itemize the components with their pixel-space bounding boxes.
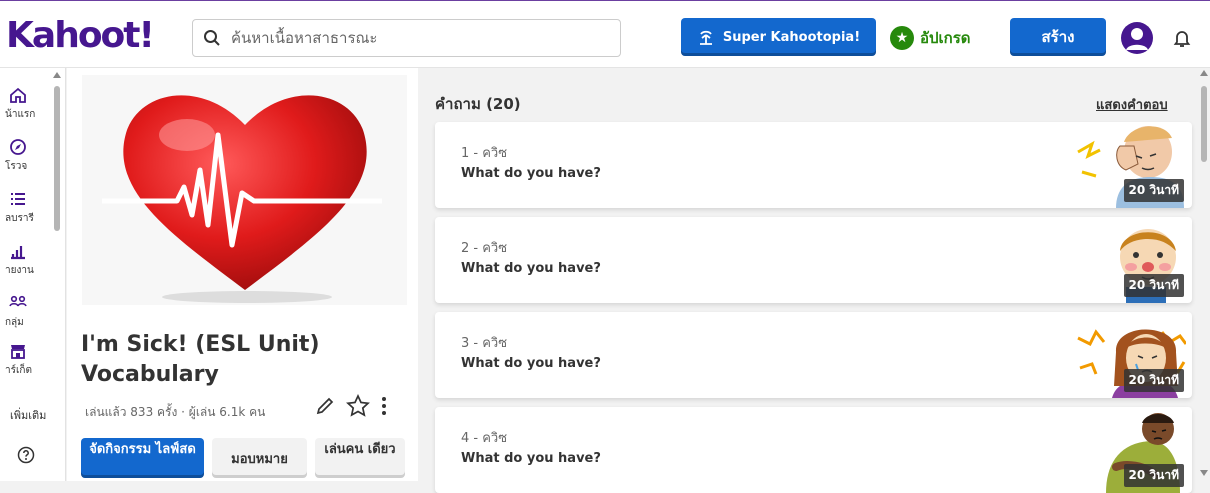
create-button[interactable]: สร้าง — [1010, 18, 1106, 56]
sidebar-item-label: กลุ่ม — [5, 317, 24, 328]
time-limit-badge: 20 วินาที — [1123, 464, 1184, 487]
user-icon — [1126, 28, 1148, 50]
sidebar-item-label: ายงาน — [5, 265, 34, 276]
search-icon — [204, 30, 220, 46]
kahoot-actions — [314, 394, 388, 418]
sidebar-item-label: น้าแรก — [5, 109, 36, 120]
list-icon — [11, 193, 25, 205]
island-icon — [699, 30, 712, 45]
question-text: What do you have? — [461, 261, 601, 276]
super-kahootopia-button[interactable]: Super Kahootopia! — [681, 18, 876, 56]
question-number: 1 - ควิซ — [461, 146, 508, 161]
super-kahootopia-label: Super Kahootopia! — [722, 29, 861, 45]
show-answers-link[interactable]: แสดงคำตอบ — [1096, 94, 1168, 115]
sidebar-more[interactable]: เพิ่มเติม — [10, 406, 46, 424]
play-stats: เล่นแล้ว 833 ครั้ง · ผู้เล่น 6.1k คน — [85, 405, 266, 419]
scroll-up-arrow-icon[interactable] — [1200, 70, 1208, 76]
host-live-button[interactable]: จัดกิจกรรม ไลฟ์สด — [81, 438, 204, 478]
kahoot-title: I'm Sick! (ESL Unit) Vocabulary — [81, 332, 320, 387]
sidebar-scroll-thumb[interactable] — [54, 86, 60, 231]
group-icon — [9, 295, 27, 307]
time-limit-badge: 20 วินาที — [1123, 179, 1184, 202]
questions-header: คำถาม (20) — [435, 95, 521, 113]
question-text: What do you have? — [461, 451, 601, 466]
assign-button[interactable]: มอบหมาย — [212, 438, 307, 478]
upgrade-button[interactable]: ★ อัปเกรด — [890, 25, 971, 51]
sidebar-item-label: าร์เก็ต — [5, 365, 32, 376]
question-number: 3 - ควิซ — [461, 336, 508, 351]
star-icon: ★ — [890, 26, 914, 50]
more-options-icon[interactable] — [380, 395, 388, 417]
top-bar: Kahoot! Super Kahootopia! ★ อัปเกรด สร้า… — [0, 0, 1210, 68]
bar-chart-icon — [11, 246, 25, 260]
sidebar-item-label: ลบรารี — [5, 213, 34, 224]
question-card[interactable]: 4 - ควิซ What do you have? 20 วินาที — [435, 407, 1192, 493]
favorite-star-icon[interactable] — [346, 394, 370, 418]
kahoot-cover-image — [82, 75, 407, 305]
question-text: What do you have? — [461, 356, 601, 371]
time-limit-badge: 20 วินาที — [1123, 274, 1184, 297]
questions-scrollbar[interactable] — [1198, 70, 1210, 478]
time-limit-badge: 20 วินาที — [1123, 369, 1184, 392]
upgrade-label: อัปเกรด — [920, 29, 971, 47]
question-number: 2 - ควิซ — [461, 241, 508, 256]
questions-scroll-thumb[interactable] — [1201, 86, 1207, 162]
scroll-down-arrow-icon[interactable] — [1200, 470, 1208, 476]
play-solo-button[interactable]: เล่นคน เดียว — [315, 438, 405, 478]
compass-icon — [10, 139, 26, 155]
side-navigation: น้าแรก โรวจ ลบรารี ายงาน กลุ่ม าร์เก็ต เ… — [0, 68, 66, 481]
avatar[interactable] — [1121, 22, 1153, 54]
question-card[interactable]: 3 - ควิซ What do you have? 20 วินาที — [435, 312, 1192, 398]
question-text: What do you have? — [461, 166, 601, 181]
store-icon — [11, 345, 25, 359]
bell-icon[interactable] — [1172, 28, 1192, 48]
heart-heartbeat-icon — [102, 95, 382, 303]
question-card[interactable]: 2 - ควิซ What do you have? 20 วินาที — [435, 217, 1192, 303]
kahoot-logo[interactable]: Kahoot! — [6, 15, 155, 56]
sidebar-scrollbar[interactable] — [52, 72, 62, 477]
help-icon[interactable] — [17, 446, 35, 464]
question-card[interactable]: 1 - ควิซ What do you have? 20 วินาที — [435, 122, 1192, 208]
search-box[interactable] — [192, 19, 621, 57]
edit-pencil-icon[interactable] — [314, 395, 336, 417]
question-number: 4 - ควิซ — [461, 431, 508, 446]
search-input[interactable] — [231, 20, 611, 56]
scroll-up-arrow-icon[interactable] — [53, 72, 61, 78]
sidebar-item-label: โรวจ — [5, 161, 28, 172]
home-icon — [10, 87, 26, 103]
